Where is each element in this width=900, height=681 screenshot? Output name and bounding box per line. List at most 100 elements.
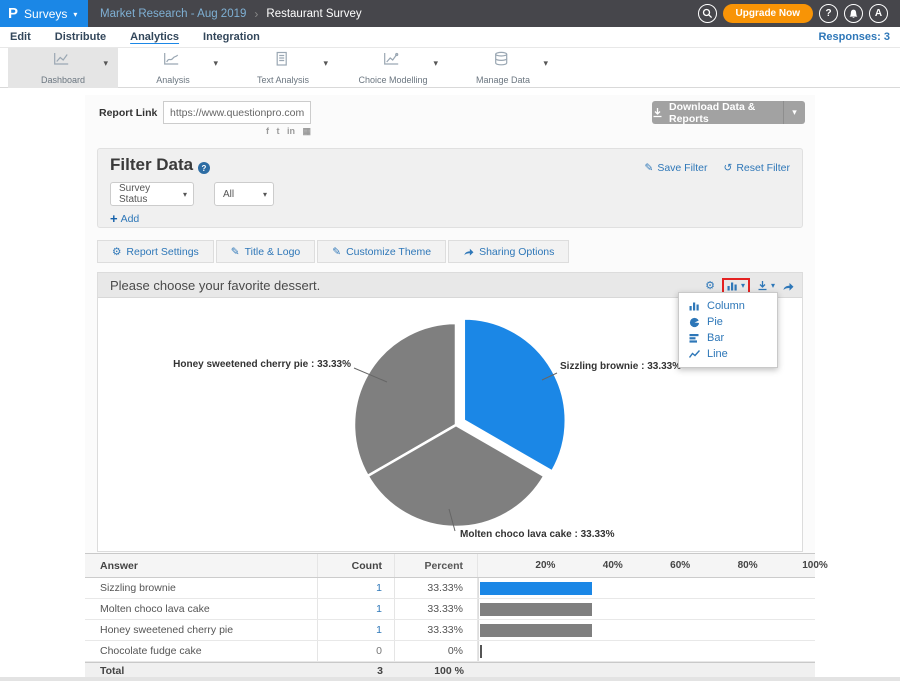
nav-distribute[interactable]: Distribute: [55, 31, 106, 43]
breadcrumb-folder[interactable]: Market Research - Aug 2019: [100, 8, 246, 20]
filter-selects: Survey Status ▾ All ▾: [110, 182, 274, 206]
tab-report-settings[interactable]: ⚙Report Settings: [97, 240, 214, 263]
count-link[interactable]: 1: [318, 620, 395, 640]
pencil-icon: ✎: [332, 246, 341, 258]
notifications-button[interactable]: [844, 4, 863, 23]
add-filter-button[interactable]: + Add: [110, 211, 139, 226]
percent-bar: [480, 624, 592, 637]
chevron-down-icon: ▾: [263, 190, 267, 199]
menu-item-pie[interactable]: Pie: [679, 314, 777, 330]
reset-icon: ↺: [724, 162, 733, 174]
search-icon: [702, 8, 713, 19]
linkedin-icon[interactable]: in: [287, 126, 295, 136]
chevron-down-icon: ▾: [73, 10, 77, 19]
results-table: Answer Count Percent 20%40%60%80%100% Si…: [85, 553, 815, 678]
menu-item-bar[interactable]: Bar: [679, 330, 777, 346]
chart-share-button[interactable]: [782, 281, 794, 291]
download-data-reports-button[interactable]: Download Data & Reports ▾: [652, 101, 805, 124]
filter-title: Filter Data: [110, 155, 193, 175]
scale-tick: 60%: [670, 560, 690, 571]
chart-settings-button[interactable]: ⚙: [705, 279, 715, 292]
tab-title-logo[interactable]: ✎Title & Logo: [216, 240, 315, 263]
col-count: Count: [318, 554, 395, 577]
header-actions: Upgrade Now ? A: [698, 4, 900, 23]
save-filter-button[interactable]: ✎Save Filter: [645, 162, 708, 174]
menu-item-column[interactable]: Column: [679, 298, 777, 314]
percent-scale: 20%40%60%80%100%: [478, 554, 815, 577]
chart-type-menu: Column Pie Bar Line: [678, 292, 778, 368]
table-total-row: Total 3 100 %: [85, 662, 815, 678]
col-answer: Answer: [85, 554, 318, 577]
line-chart-icon: [689, 349, 700, 359]
gears-icon: ⚙: [112, 246, 121, 258]
toolbar-analysis[interactable]: ▾ Analysis: [118, 48, 228, 88]
facebook-icon[interactable]: f: [266, 126, 269, 136]
avatar[interactable]: A: [869, 4, 888, 23]
page-footer-strip: [0, 677, 900, 681]
report-link-label: Report Link: [99, 107, 157, 119]
download-icon: [757, 280, 768, 291]
database-icon: [492, 51, 510, 72]
toolbar-manage-data[interactable]: ▾ Manage Data: [448, 48, 558, 88]
report-card: Report Link f t in ▦ Download Data & Rep…: [85, 95, 815, 677]
upgrade-now-button[interactable]: Upgrade Now: [723, 4, 813, 23]
pie-label-molten-choco: Molten choco lava cake : 33.33%: [460, 529, 615, 540]
nav-analytics[interactable]: Analytics: [130, 31, 179, 43]
document-icon: [272, 51, 290, 72]
chevron-down-icon[interactable]: ▾: [213, 58, 218, 69]
col-percent: Percent: [395, 554, 478, 577]
top-header: P Surveys ▾ Market Research - Aug 2019 ›…: [0, 0, 900, 27]
breadcrumb: Market Research - Aug 2019 › Restaurant …: [88, 7, 362, 21]
toolbar-choice-modelling[interactable]: ▾ Choice Modelling: [338, 48, 448, 88]
survey-status-select[interactable]: Survey Status ▾: [110, 182, 194, 206]
pencil-icon: ✎: [645, 162, 654, 174]
surveys-menu[interactable]: P Surveys ▾: [0, 0, 88, 27]
filter-help-icon[interactable]: ?: [198, 162, 210, 174]
tab-sharing-options[interactable]: Sharing Options: [448, 240, 569, 263]
scale-tick: 100%: [802, 560, 828, 571]
reset-filter-button[interactable]: ↺Reset Filter: [724, 162, 791, 174]
menu-item-line[interactable]: Line: [679, 346, 777, 362]
count-link[interactable]: 1: [318, 599, 395, 619]
percent-bar: [480, 645, 482, 658]
chevron-down-icon: ▾: [183, 190, 187, 199]
toolbar-text-analysis[interactable]: ▾ Text Analysis: [228, 48, 338, 88]
chevron-down-icon[interactable]: ▾: [323, 58, 328, 69]
count-link[interactable]: 1: [318, 578, 395, 598]
download-options-caret[interactable]: ▾: [783, 101, 805, 124]
tab-customize-theme[interactable]: ✎Customize Theme: [317, 240, 446, 263]
report-link-input[interactable]: [163, 101, 311, 124]
toolbar-dashboard[interactable]: ▾ Dashboard: [8, 48, 118, 88]
scale-tick: 80%: [738, 560, 758, 571]
status-value-select[interactable]: All ▾: [214, 182, 274, 206]
breadcrumb-separator-icon: ›: [254, 7, 258, 21]
pencil-icon: ✎: [231, 246, 240, 258]
chevron-down-icon[interactable]: ▾: [433, 58, 438, 69]
chevron-down-icon: ▾: [741, 281, 745, 290]
nav-integration[interactable]: Integration: [203, 31, 260, 43]
chevron-down-icon[interactable]: ▾: [543, 58, 548, 69]
pie-chart-icon: [689, 317, 700, 328]
help-button[interactable]: ?: [819, 4, 838, 23]
search-button[interactable]: [698, 4, 717, 23]
filter-links: ✎Save Filter ↺Reset Filter: [645, 162, 791, 174]
plus-icon: +: [110, 211, 118, 226]
count-link[interactable]: 0: [318, 641, 395, 661]
questionpro-dashboard: P Surveys ▾ Market Research - Aug 2019 ›…: [0, 0, 900, 681]
responses-count[interactable]: Responses: 3: [818, 31, 890, 43]
report-tabs: ⚙Report Settings ✎Title & Logo ✎Customiz…: [97, 240, 569, 263]
scatter-chart-icon: [162, 51, 180, 72]
nav-edit[interactable]: Edit: [10, 31, 31, 43]
share-forward-icon: [463, 247, 474, 256]
chevron-down-icon[interactable]: ▾: [103, 58, 108, 69]
table-header-row: Answer Count Percent 20%40%60%80%100%: [85, 554, 815, 578]
table-row: Chocolate fudge cake 0 0%: [85, 641, 815, 662]
chart-download-button[interactable]: ▾: [757, 280, 775, 291]
table-row: Molten choco lava cake 1 33.33%: [85, 599, 815, 620]
table-row: Honey sweetened cherry pie 1 33.33%: [85, 620, 815, 641]
twitter-icon[interactable]: t: [276, 126, 279, 136]
line-chart-icon: [52, 51, 70, 72]
embed-icon[interactable]: ▦: [302, 126, 311, 136]
scale-tick: 40%: [603, 560, 623, 571]
main-nav: Edit Distribute Analytics Integration Re…: [0, 27, 900, 48]
